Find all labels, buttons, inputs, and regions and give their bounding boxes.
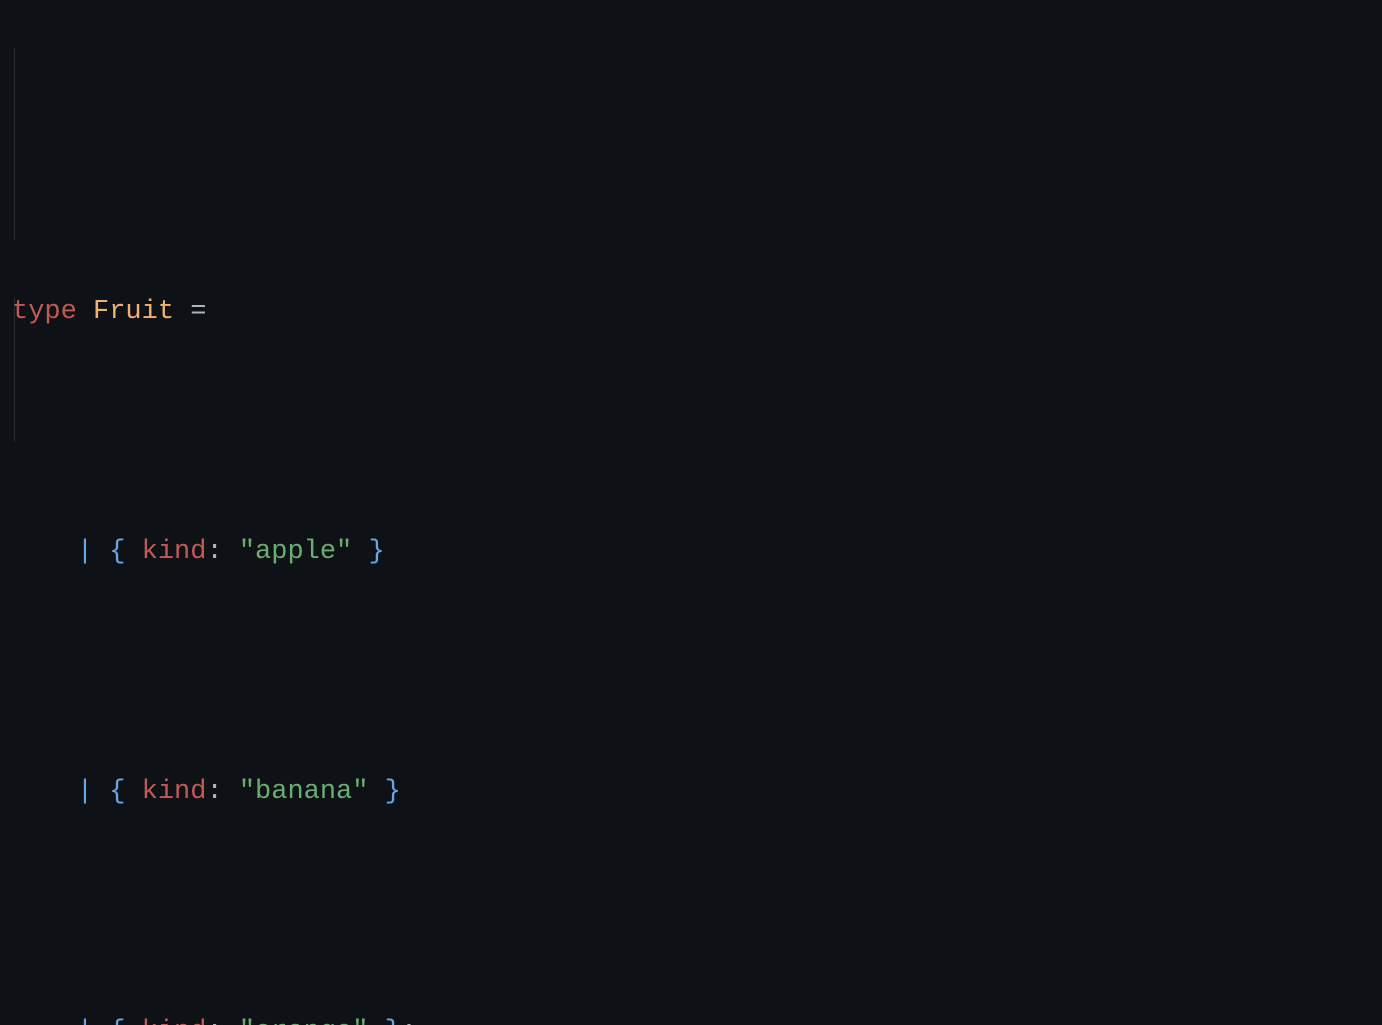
string-literal: "banana" [239, 777, 369, 807]
code-line[interactable]: | { kind: "orange" }; [0, 1008, 1382, 1025]
property-name: kind [142, 537, 207, 567]
code-editor[interactable]: type Fruit = | { kind: "apple" } | { kin… [0, 0, 1382, 1025]
keyword-type: type [12, 297, 77, 327]
string-literal: "orange" [239, 1017, 369, 1025]
brace-open: { [109, 537, 125, 567]
brace-close: } [385, 1017, 401, 1025]
property-name: kind [142, 1017, 207, 1025]
brace-close: } [385, 777, 401, 807]
colon: : [206, 537, 222, 567]
operator-equals: = [190, 297, 206, 327]
colon: : [206, 1017, 222, 1025]
indent-guide [14, 48, 15, 240]
union-bar: | [77, 1017, 93, 1025]
brace-open: { [109, 1017, 125, 1025]
code-line[interactable]: type Fruit = [0, 288, 1382, 336]
union-bar: | [77, 777, 93, 807]
code-line[interactable]: | { kind: "banana" } [0, 768, 1382, 816]
string-literal: "apple" [239, 537, 352, 567]
type-identifier: Fruit [93, 297, 174, 327]
union-bar: | [77, 537, 93, 567]
property-name: kind [142, 777, 207, 807]
brace-open: { [109, 777, 125, 807]
semicolon: ; [401, 1017, 417, 1025]
code-line[interactable]: | { kind: "apple" } [0, 528, 1382, 576]
brace-close: } [368, 537, 384, 567]
colon: : [206, 777, 222, 807]
